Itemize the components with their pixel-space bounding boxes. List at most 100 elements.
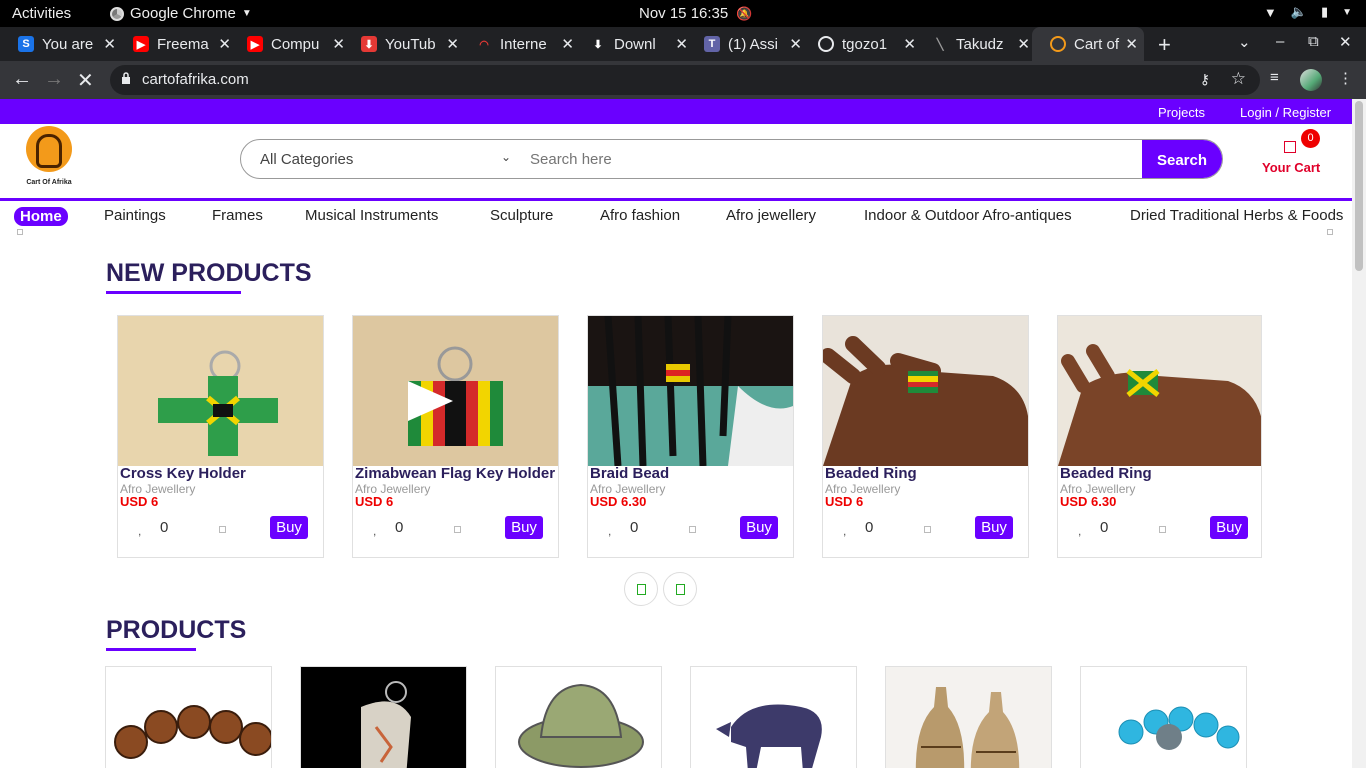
decrease-qty-icon[interactable]: , <box>138 524 141 538</box>
buy-button[interactable]: Buy <box>740 516 778 539</box>
increase-qty-icon[interactable] <box>219 526 226 533</box>
product-card[interactable]: Beaded Ring Afro Jewellery USD 6 , 0 Buy <box>822 315 1029 558</box>
tab-2[interactable]: ▶ Freema ✕ <box>115 27 237 61</box>
browser-menu-icon[interactable]: ⋮ <box>1338 69 1353 87</box>
increase-qty-icon[interactable] <box>924 526 931 533</box>
nav-afro-jewellery[interactable]: Afro jewellery <box>726 207 816 224</box>
page-scrollbar[interactable] <box>1352 99 1366 768</box>
clock[interactable]: Nov 15 16:35 🔕 <box>639 5 752 22</box>
carousel-next-button[interactable] <box>663 572 697 606</box>
nav-afro-fashion[interactable]: Afro fashion <box>600 207 680 224</box>
decrease-qty-icon[interactable]: , <box>843 524 846 538</box>
buy-button[interactable]: Buy <box>505 516 543 539</box>
increase-qty-icon[interactable] <box>454 526 461 533</box>
product-image[interactable] <box>588 316 793 466</box>
nav-antiques[interactable]: Indoor & Outdoor Afro-antiques <box>864 207 1072 224</box>
product-name[interactable]: Cross Key Holder <box>120 465 323 482</box>
product-card[interactable]: Braid Bead Afro Jewellery USD 6.30 , 0 B… <box>587 315 794 558</box>
product-thumbnail[interactable] <box>495 666 662 768</box>
product-name[interactable]: Braid Bead <box>590 465 793 482</box>
product-thumbnail[interactable] <box>300 666 467 768</box>
nav-musical-instruments[interactable]: Musical Instruments <box>305 207 438 224</box>
address-bar[interactable]: cartofafrika.com ⚷ ☆ <box>110 65 1260 95</box>
increase-qty-icon[interactable] <box>689 526 696 533</box>
profile-avatar[interactable] <box>1300 69 1322 91</box>
decrease-qty-icon[interactable]: , <box>1078 524 1081 538</box>
app-menu[interactable]: Google Chrome ▼ <box>110 5 252 22</box>
nav-paintings[interactable]: Paintings <box>104 207 166 224</box>
tab-search-chevron-icon[interactable]: ⌄ <box>1238 33 1251 51</box>
media-playlist-icon[interactable]: ≡ <box>1270 69 1279 86</box>
product-image[interactable] <box>1058 316 1261 466</box>
product-thumbnail[interactable] <box>690 666 857 768</box>
new-tab-plus-icon[interactable]: + <box>1158 32 1171 58</box>
login-register-link[interactable]: Login / Register <box>1240 105 1331 120</box>
tab-6[interactable]: ⬇ Downl ✕ <box>572 27 694 61</box>
carousel-prev-button[interactable] <box>624 572 658 606</box>
quantity-value[interactable]: 0 <box>630 519 638 536</box>
forward-arrow-icon[interactable]: → <box>44 68 64 91</box>
buy-button[interactable]: Buy <box>1210 516 1248 539</box>
close-window-icon[interactable]: ✕ <box>1339 33 1352 51</box>
quantity-value[interactable]: 0 <box>395 519 403 536</box>
maximize-icon[interactable]: ⧉ <box>1308 33 1319 50</box>
product-image[interactable] <box>353 316 558 466</box>
gauge-icon: ◠ <box>479 38 489 51</box>
product-thumbnail[interactable] <box>885 666 1052 768</box>
close-tab-icon[interactable]: ✕ <box>1125 35 1138 53</box>
search-button[interactable]: Search <box>1142 140 1222 178</box>
product-thumbnail[interactable] <box>105 666 272 768</box>
quantity-value[interactable]: 0 <box>1100 519 1108 536</box>
tab-1[interactable]: S You are ✕ <box>0 27 122 61</box>
cart-widget[interactable]: 0 Your Cart <box>1258 129 1328 179</box>
product-name[interactable]: Beaded Ring <box>1060 465 1263 482</box>
category-select[interactable]: All Categories <box>260 151 353 168</box>
stop-loading-icon[interactable]: ✕ <box>77 68 94 93</box>
nav-scroll-left-icon[interactable] <box>17 229 23 235</box>
product-thumbnail[interactable] <box>1080 666 1247 768</box>
bookmark-star-icon[interactable]: ☆ <box>1231 69 1246 89</box>
tab-9[interactable]: ╲ Takudz ✕ <box>914 27 1036 61</box>
back-arrow-icon[interactable]: ← <box>12 68 32 91</box>
decrease-qty-icon[interactable]: , <box>373 524 376 538</box>
tab-10-active[interactable]: Cart of ✕ <box>1032 27 1144 61</box>
nav-herbs-foods[interactable]: Dried Traditional Herbs & Foods <box>1130 207 1343 224</box>
buy-button[interactable]: Buy <box>975 516 1013 539</box>
tab-5[interactable]: ◠ Interne ✕ <box>458 27 580 61</box>
projects-link[interactable]: Projects <box>1158 105 1205 120</box>
nav-frames[interactable]: Frames <box>212 207 263 224</box>
nav-scroll-right-icon[interactable] <box>1327 229 1333 235</box>
product-card[interactable]: Beaded Ring Afro Jewellery USD 6.30 , 0 … <box>1057 315 1262 558</box>
nav-home[interactable]: Home <box>14 207 68 226</box>
scrollbar-thumb[interactable] <box>1355 101 1363 271</box>
tab-7[interactable]: T (1) Assi ✕ <box>686 27 808 61</box>
quantity-value[interactable]: 0 <box>160 519 168 536</box>
product-card[interactable]: Zimabwean Flag Key Holder Afro Jewellery… <box>352 315 559 558</box>
product-image[interactable] <box>823 316 1028 466</box>
nav-sculpture[interactable]: Sculpture <box>490 207 553 224</box>
chevron-down-icon[interactable]: ⌄ <box>501 150 511 164</box>
minimize-icon[interactable]: – <box>1276 33 1284 50</box>
product-name[interactable]: Beaded Ring <box>825 465 1028 482</box>
decrease-qty-icon[interactable]: , <box>608 524 611 538</box>
carousel-next-icon <box>676 584 685 595</box>
category-nav: Home Paintings Frames Musical Instrument… <box>0 198 1352 233</box>
tab-3[interactable]: ▶ Compu ✕ <box>229 27 351 61</box>
key-icon[interactable]: ⚷ <box>1200 71 1210 88</box>
product-image[interactable] <box>118 316 323 466</box>
product-name[interactable]: Zimabwean Flag Key Holder <box>355 465 558 482</box>
tab-8[interactable]: tgozo1 ✕ <box>800 27 922 61</box>
search-input[interactable] <box>521 140 1141 178</box>
cart-label: Your Cart <box>1262 160 1321 175</box>
download-arrow-icon: ⬇ <box>593 38 603 51</box>
tab-4[interactable]: ⬇ YouTub ✕ <box>343 27 465 61</box>
quantity-value[interactable]: 0 <box>865 519 873 536</box>
activities-button[interactable]: Activities <box>12 5 71 22</box>
site-logo[interactable]: Cart Of Afrika <box>22 126 76 192</box>
new-products-heading: NEW PRODUCTS <box>106 259 312 287</box>
product-card[interactable]: Cross Key Holder Afro Jewellery USD 6 , … <box>117 315 324 558</box>
buy-button[interactable]: Buy <box>270 516 308 539</box>
system-tray[interactable]: ▼ 🔈 ▮ ▼ <box>1264 4 1352 20</box>
increase-qty-icon[interactable] <box>1159 526 1166 533</box>
close-tab-icon[interactable]: ✕ <box>1017 35 1030 53</box>
